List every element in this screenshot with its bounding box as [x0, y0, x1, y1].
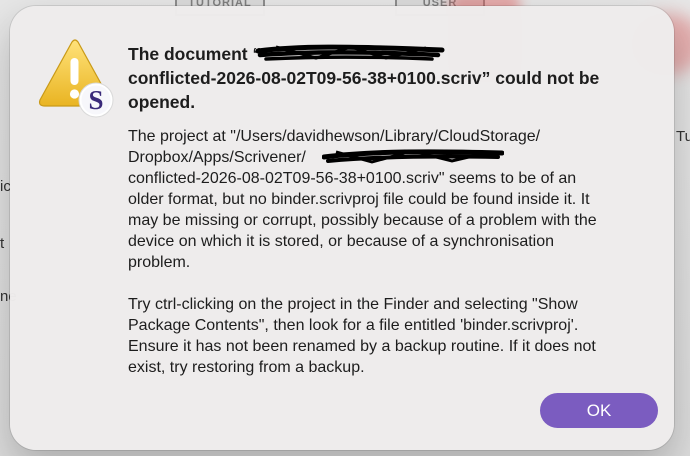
background-edge-text-left-2: t	[0, 235, 5, 252]
alert-title-line: opened.	[128, 92, 196, 112]
message-line: older format, but no binder.scrivproj fi…	[128, 191, 590, 208]
message-paragraph: The project at "/Users/davidhewson/Libra…	[128, 126, 658, 273]
message-line: device on which it is stored, or because…	[128, 233, 555, 250]
alert-title: The document “ conflicted-2026-08-02T09-…	[128, 42, 648, 114]
warning-triangle-icon: S	[38, 39, 114, 118]
message-line: Try ctrl-clicking on the project in the …	[128, 296, 578, 313]
message-line: exist, try restoring from a backup.	[128, 359, 365, 376]
alert-title-line: The document “	[128, 44, 262, 64]
message-line: Dropbox/Apps/Scrivener/	[128, 149, 306, 166]
svg-text:S: S	[88, 85, 103, 115]
background-edge-text: Tu	[676, 128, 690, 145]
message-line: Ensure it has not been renamed by a back…	[128, 338, 596, 355]
message-line: Package Contents", then look for a file …	[128, 317, 579, 334]
scrivener-app-badge-icon: S	[78, 82, 114, 118]
ok-button[interactable]: OK	[540, 393, 658, 428]
alert-title-line: conflicted-2026-08-02T09-56-38+0100.scri…	[128, 68, 600, 88]
message-line: may be missing or corrupt, possibly beca…	[128, 212, 597, 229]
message-line: problem.	[128, 254, 191, 271]
message-line: The project at "/Users/davidhewson/Libra…	[128, 128, 541, 145]
alert-dialog: S The document “ conflicted-2026-08-02T0…	[10, 6, 674, 450]
message-line: conflicted-2026-08-02T09-56-38+0100.scri…	[128, 170, 577, 187]
message-paragraph: Try ctrl-clicking on the project in the …	[128, 294, 658, 378]
alert-message: The project at "/Users/davidhewson/Libra…	[128, 126, 658, 399]
